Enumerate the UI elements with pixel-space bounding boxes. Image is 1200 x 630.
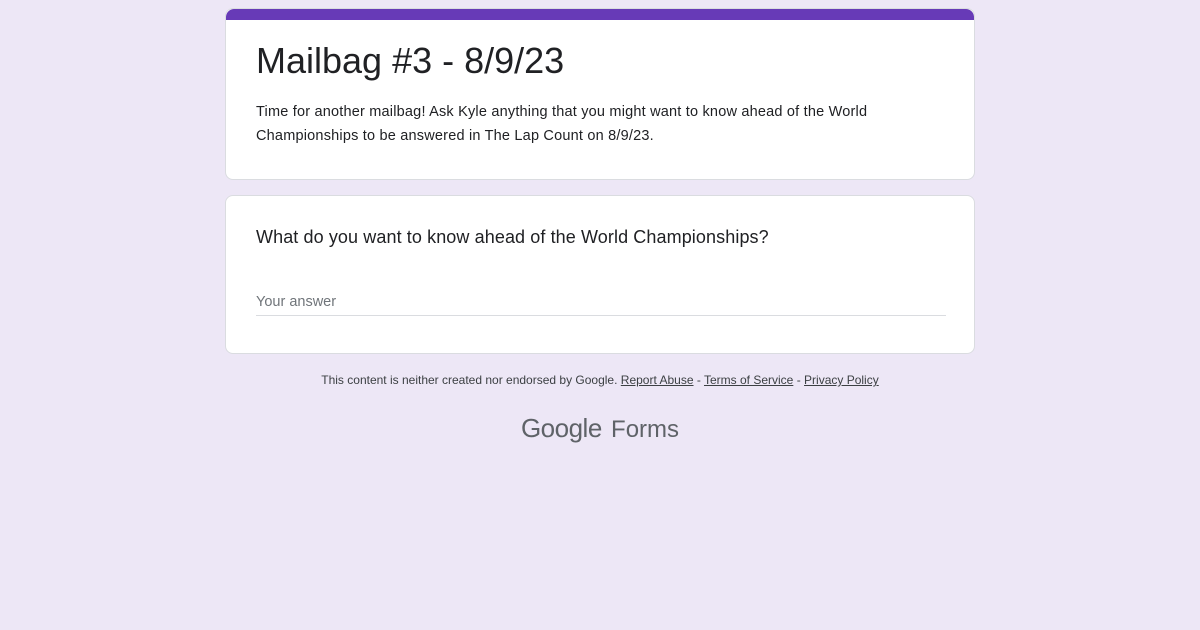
form-container: Mailbag #3 - 8/9/23 Time for another mai… bbox=[225, 8, 975, 354]
footer-separator: - bbox=[796, 373, 801, 387]
form-title: Mailbag #3 - 8/9/23 bbox=[256, 40, 565, 81]
forms-wordmark: Forms bbox=[611, 416, 680, 443]
report-abuse-link[interactable]: Report Abuse bbox=[621, 373, 694, 387]
footer-separator: - bbox=[696, 373, 701, 387]
terms-of-service-link[interactable]: Terms of Service bbox=[704, 373, 793, 387]
privacy-policy-link[interactable]: Privacy Policy bbox=[804, 373, 879, 387]
form-description: Time for another mailbag! Ask Kyle anyth… bbox=[256, 104, 868, 144]
question-card: What do you want to know ahead of the Wo… bbox=[225, 195, 975, 354]
form-header-card: Mailbag #3 - 8/9/23 Time for another mai… bbox=[225, 8, 975, 180]
footer-disclaimer: This content is neither created nor endo… bbox=[0, 372, 1200, 388]
accent-bar bbox=[226, 9, 974, 20]
google-forms-logo[interactable]: Google Forms bbox=[0, 410, 1200, 448]
disclaimer-text: This content is neither created nor endo… bbox=[321, 373, 618, 387]
google-wordmark: Google bbox=[520, 413, 602, 443]
answer-input[interactable] bbox=[256, 288, 946, 316]
question-title: What do you want to know ahead of the Wo… bbox=[256, 227, 769, 247]
